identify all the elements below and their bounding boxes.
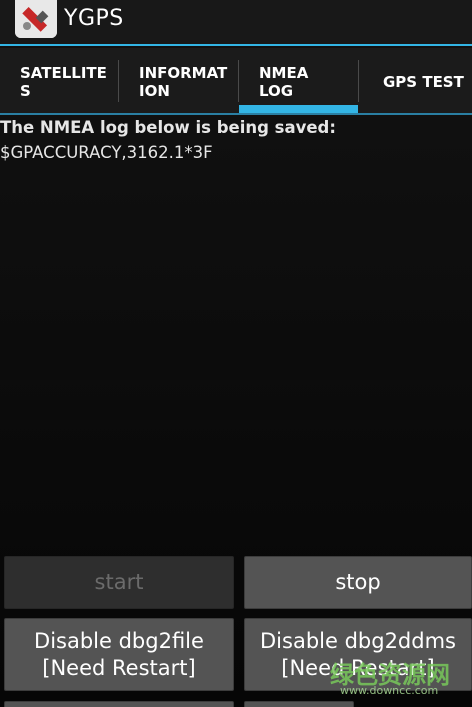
button-label-line: Disable dbg2ddms (260, 628, 456, 653)
partial-button[interactable] (244, 701, 354, 707)
button-label-line: Disable dbg2file (34, 628, 204, 653)
tab-information[interactable]: INFORMATION (119, 48, 238, 113)
watermark-url: www.downcc.com (340, 684, 439, 697)
tab-nmea-log[interactable]: NMEA LOG (239, 48, 358, 113)
disable-dbg2file-button[interactable]: Disable dbg2file [Need Restart] (4, 618, 234, 691)
stop-button-label: stop (335, 570, 381, 594)
tab-gps-test[interactable]: GPS TEST (359, 48, 472, 113)
start-button[interactable]: start (4, 556, 234, 609)
tab-label: INFORMATION (139, 64, 228, 100)
nmea-log-heading: The NMEA log below is being saved: (0, 118, 336, 137)
tab-label: SATELLITES (20, 64, 107, 100)
start-button-label: start (94, 570, 144, 594)
satellite-app-icon[interactable] (15, 0, 57, 38)
selected-tab-indicator (239, 105, 358, 113)
tab-satellites[interactable]: SATELLITES (0, 48, 118, 113)
button-label-line: [Need Restart] (42, 655, 196, 680)
tab-bar: SATELLITES INFORMATION NMEA LOG GPS TEST (0, 48, 472, 115)
tab-label: GPS TEST (383, 73, 464, 91)
app-screen: YGPS SATELLITES INFORMATION NMEA LOG GPS… (0, 0, 472, 707)
stop-button[interactable]: stop (244, 556, 472, 609)
nmea-log-line: $GPACCURACY,3162.1*3F (0, 143, 213, 162)
action-bar: YGPS (0, 0, 472, 46)
tab-label: NMEA LOG (259, 64, 309, 100)
partial-button[interactable] (4, 701, 234, 707)
app-title: YGPS (64, 6, 124, 31)
